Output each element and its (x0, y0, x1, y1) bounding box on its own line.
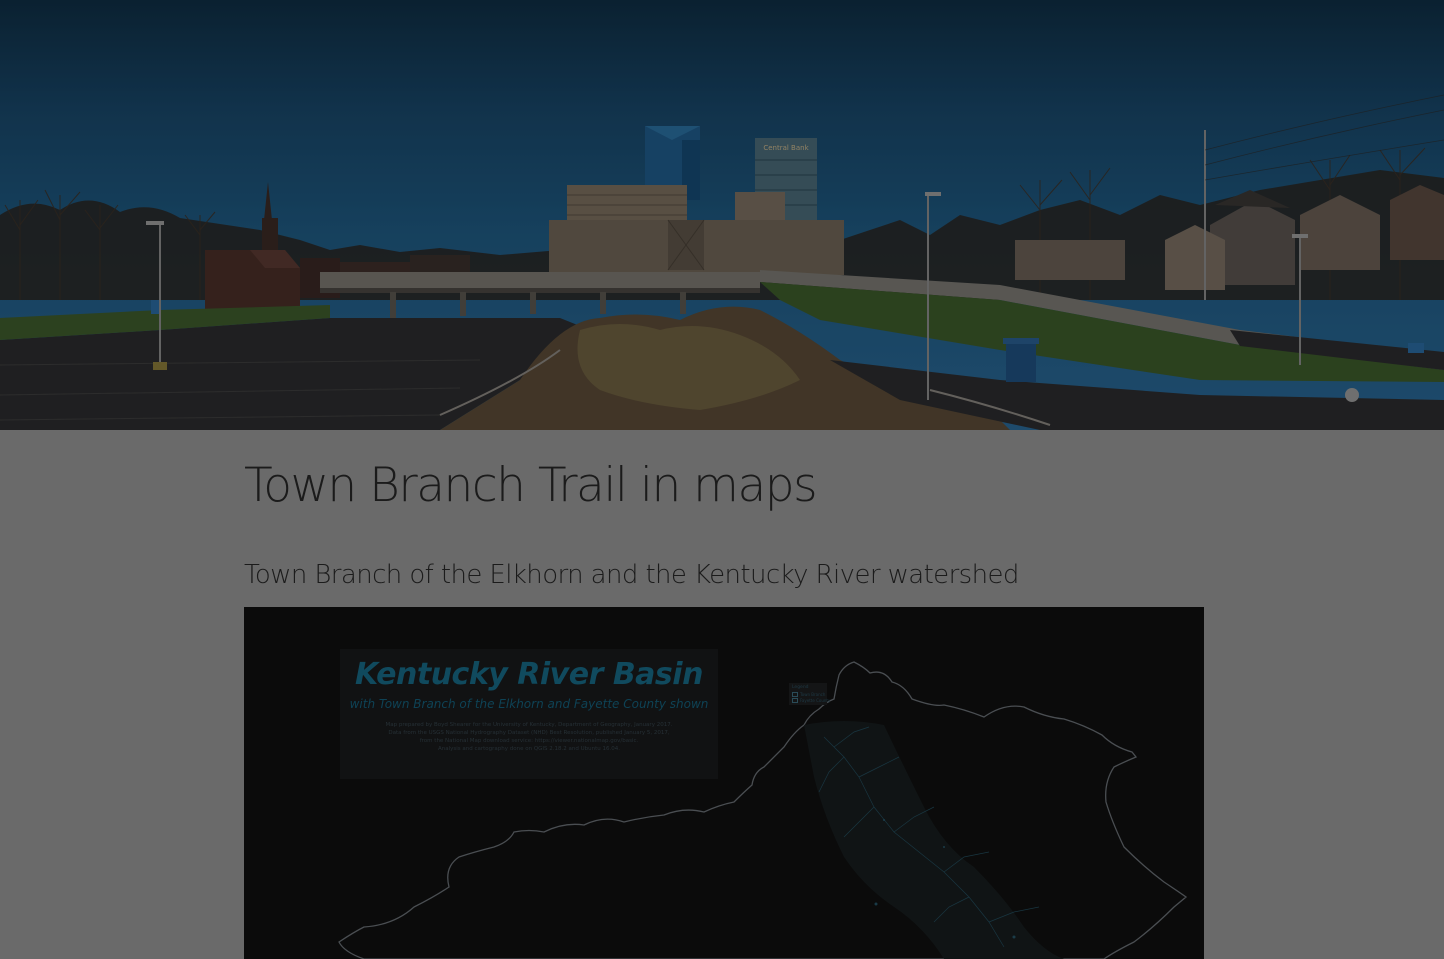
map-credits: Map prepared by Boyd Shearer for the Uni… (360, 721, 698, 753)
map-title-box: Kentucky River Basin with Town Branch of… (340, 649, 718, 779)
section-title: Town Branch of the Elkhorn and the Kentu… (244, 560, 1019, 590)
map-credit-line: Map prepared by Boyd Shearer for the Uni… (385, 722, 673, 728)
page: Central Bank Town Branch Trail in maps T… (0, 0, 1444, 959)
page-title: Town Branch Trail in maps (244, 458, 818, 513)
kentucky-river-basin-map[interactable]: Kentucky River Basin with Town Branch of… (244, 607, 1204, 959)
map-legend: Legend Town Branch Fayette County (789, 683, 830, 705)
legend-title: Legend (792, 685, 809, 690)
skyline-illustration: Central Bank (0, 0, 1444, 430)
legend-swatch (792, 698, 798, 703)
hero-photo: Central Bank (0, 0, 1444, 430)
legend-item: Town Branch (792, 692, 825, 697)
map-credit-line: from the National Map download service: … (419, 738, 639, 744)
legend-swatch (792, 692, 798, 697)
map-credit-line: Data from the USGS National Hydrography … (388, 730, 670, 736)
legend-item: Fayette County (792, 698, 830, 703)
map-title: Kentucky River Basin (355, 657, 703, 692)
legend-item-label: Town Branch (800, 692, 826, 697)
map-credit-line: Analysis and cartography done on QGIS 2.… (437, 746, 621, 752)
legend-item-label: Fayette County (800, 698, 831, 703)
map-subtitle: with Town Branch of the Elkhorn and Faye… (349, 697, 709, 711)
